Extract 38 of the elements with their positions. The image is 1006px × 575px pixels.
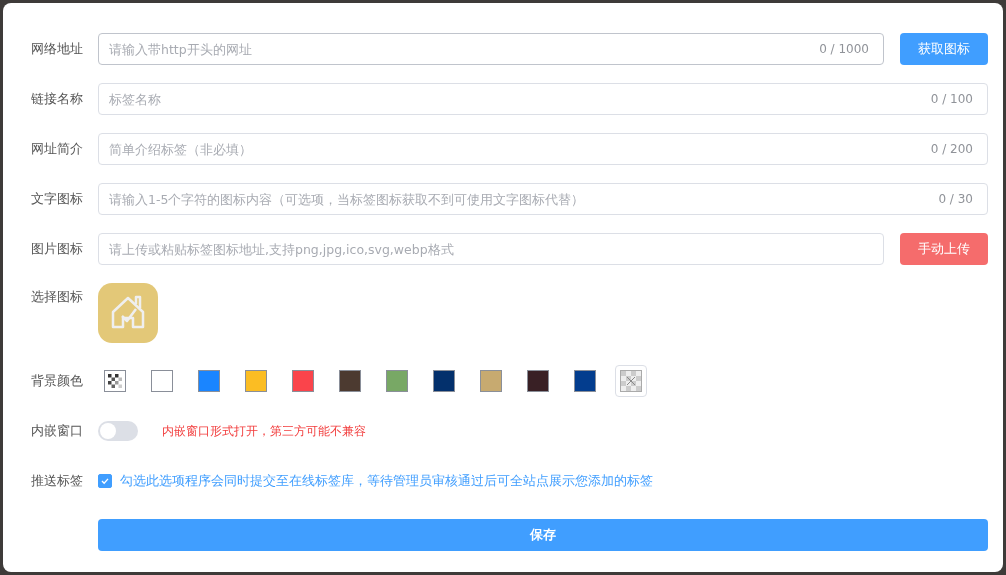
warning-text: 内嵌窗口形式打开，第三方可能不兼容 [162, 422, 366, 440]
transparent-swatch[interactable] [104, 370, 126, 392]
field-label: 图片图标 [31, 240, 84, 258]
char-counter: 0 / 30 [938, 192, 973, 206]
color-swatch[interactable] [151, 370, 173, 392]
toggle-switch[interactable] [98, 421, 138, 441]
house-icon[interactable] [98, 283, 158, 343]
input-field[interactable]: 请上传或粘贴标签图标地址,支持png,jpg,ico,svg,webp格式 [98, 233, 884, 265]
input-field[interactable]: 简单介绍标签（非必填） 0 / 200 [98, 133, 988, 165]
field-label: 选择图标 [31, 289, 84, 306]
checkbox[interactable] [98, 474, 112, 488]
input-field[interactable]: 请输入1-5个字符的图标内容（可选项，当标签图标获取不到可使用文字图标代替） 0 / 30 [98, 183, 988, 215]
action-button[interactable]: 获取图标 [900, 33, 988, 65]
field-label: 推送标签 [31, 472, 84, 490]
input-field[interactable]: 请输入带http开头的网址 0 / 1000 [98, 33, 884, 65]
color-swatch[interactable] [198, 370, 220, 392]
color-swatch[interactable] [574, 370, 596, 392]
field-label: 背景颜色 [31, 372, 84, 390]
color-swatch[interactable] [527, 370, 549, 392]
input-field[interactable]: 标签名称 0 / 100 [98, 83, 988, 115]
color-swatch[interactable] [245, 370, 267, 392]
action-button[interactable]: 手动上传 [900, 233, 988, 265]
color-swatch[interactable] [292, 370, 314, 392]
char-counter: 0 / 100 [930, 92, 973, 106]
color-swatch[interactable] [339, 370, 361, 392]
field-label: 链接名称 [31, 90, 84, 108]
checkbox-label: 勾选此选项程序会同时提交至在线标签库，等待管理员审核通过后可全站点展示您添加的标签 [120, 472, 653, 490]
color-swatch[interactable] [433, 370, 455, 392]
field-label: 文字图标 [31, 190, 84, 208]
color-swatch[interactable] [480, 370, 502, 392]
field-label: 网址简介 [31, 140, 84, 158]
no-color-swatch[interactable] [615, 365, 647, 397]
char-counter: 0 / 1000 [819, 42, 869, 56]
field-label: 网络地址 [31, 40, 84, 58]
color-swatch[interactable] [386, 370, 408, 392]
field-label: 内嵌窗口 [31, 422, 84, 440]
char-counter: 0 / 200 [930, 142, 973, 156]
save-button[interactable]: 保存 [98, 519, 988, 551]
